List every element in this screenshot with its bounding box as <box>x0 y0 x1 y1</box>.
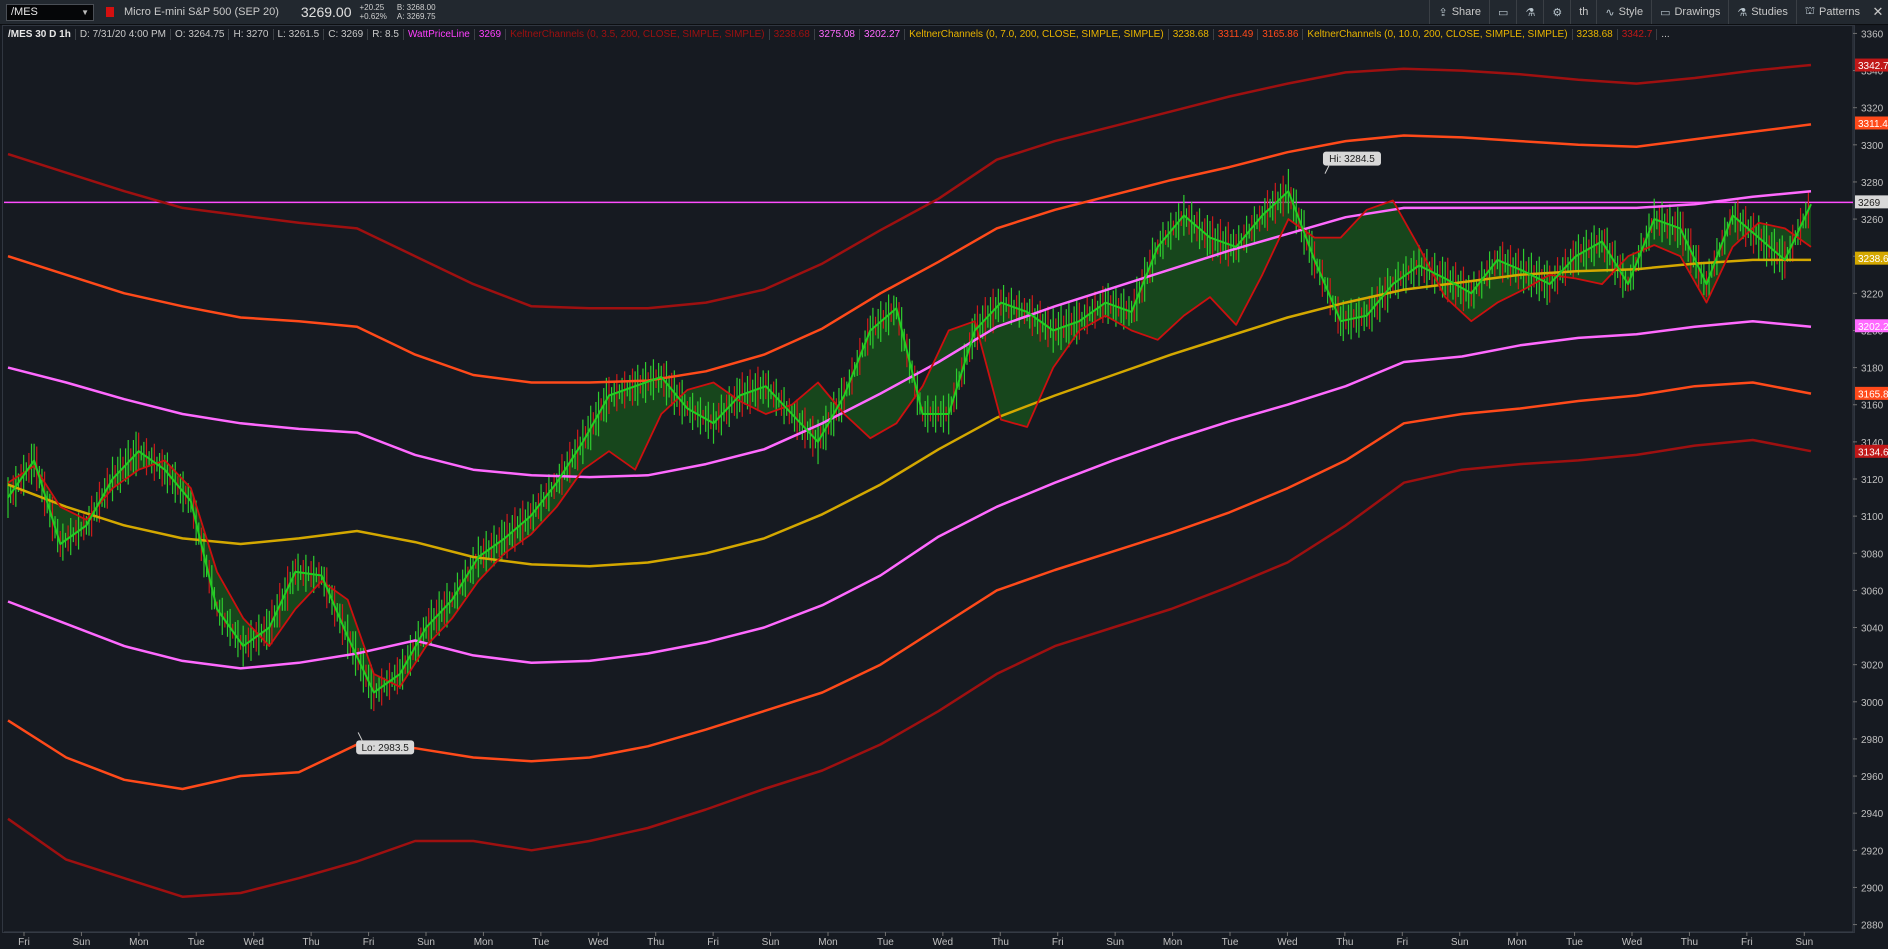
info-low: L: 3261.5 <box>274 28 325 40</box>
price-chart[interactable]: 2880 2900 2920 2940 2960 2980 3000 3020 3040 3060… <box>0 0 1888 949</box>
study-label: 3269 <box>475 28 507 40</box>
y-tick-label: 3160 <box>1861 401 1884 412</box>
price-badge-label: 3311.49 <box>1858 119 1888 130</box>
x-tick-label: Fri <box>1741 937 1753 948</box>
annotation-leader <box>1324 165 1330 174</box>
study-label: KeltnerChannels (0, 7.0, 200, CLOSE, SIM… <box>905 28 1169 40</box>
study-label: 3311.49 <box>1214 28 1259 40</box>
x-tick-label: Wed <box>1277 937 1297 948</box>
y-tick-label: 3320 <box>1861 104 1884 115</box>
y-tick-label: 2900 <box>1861 883 1884 894</box>
study-label: 3202.27 <box>860 28 906 40</box>
x-tick-label: Sun <box>762 937 780 948</box>
y-tick-label: 3100 <box>1861 512 1884 523</box>
y-tick-label: 3040 <box>1861 624 1884 635</box>
x-tick-label: Wed <box>1622 937 1642 948</box>
study-label: KeltnerChannels (0, 10.0, 200, CLOSE, SI… <box>1303 28 1573 40</box>
info-open: O: 3264.75 <box>171 28 230 40</box>
x-tick-label: Thu <box>992 937 1009 948</box>
y-tick-label: 2980 <box>1861 735 1884 746</box>
x-tick-label: Mon <box>474 937 493 948</box>
price-badge-label: 3202.27 <box>1858 322 1888 333</box>
y-tick-label: 3060 <box>1861 586 1884 597</box>
y-tick-label: 2960 <box>1861 772 1884 783</box>
y-tick-label: 3180 <box>1861 364 1884 375</box>
info-high: H: 3270 <box>229 28 274 40</box>
y-tick-label: 3120 <box>1861 475 1884 486</box>
ma-ribbon-fill <box>8 191 1811 693</box>
x-tick-label: Mon <box>1163 937 1182 948</box>
x-tick-label: Sun <box>417 937 435 948</box>
low-annotation: Lo: 2983.5 <box>362 743 410 754</box>
y-tick-label: 3260 <box>1861 215 1884 226</box>
study-labels: WattPriceLine 3269 KeltnerChannels (0, 3.5… <box>404 28 1674 40</box>
info-close: C: 3269 <box>324 28 369 40</box>
price-badge-label: 3165.86 <box>1858 389 1888 400</box>
series-line-kc-middle <box>7 258 1811 568</box>
series-line-kc10-upper <box>7 63 1812 310</box>
y-tick-label: 3360 <box>1861 29 1884 40</box>
x-tick-label: Tue <box>877 937 894 948</box>
study-label: 3165.86 <box>1258 28 1304 40</box>
study-label: ... <box>1661 28 1670 40</box>
series-line-kc10-lower <box>7 438 1812 898</box>
price-badge-label: 3134.65 <box>1858 447 1888 458</box>
x-tick-label: Fri <box>18 937 30 948</box>
x-tick-label: Sun <box>1451 937 1469 948</box>
annotation-leader <box>357 732 363 741</box>
price-badge-label: 3238.68 <box>1858 254 1888 265</box>
x-tick-label: Thu <box>303 937 320 948</box>
x-tick-label: Thu <box>1681 937 1698 948</box>
study-label: 3238.68 <box>1169 28 1214 40</box>
x-tick-label: Wed <box>933 937 953 948</box>
y-tick-label: 3220 <box>1861 289 1884 300</box>
x-tick-label: Tue <box>532 937 549 948</box>
y-tick-label: 3280 <box>1861 178 1884 189</box>
x-tick-label: Fri <box>1052 937 1064 948</box>
x-tick-label: Thu <box>1336 937 1353 948</box>
series-line-kc3-5-upper <box>7 189 1812 479</box>
x-tick-label: Wed <box>588 937 608 948</box>
x-tick-label: Sun <box>73 937 91 948</box>
x-tick-label: Fri <box>707 937 719 948</box>
price-badge-label: 3342.7 <box>1858 61 1888 72</box>
y-tick-label: 3080 <box>1861 549 1884 560</box>
y-tick-label: 2940 <box>1861 809 1884 820</box>
x-tick-label: Wed <box>244 937 264 948</box>
study-info-bar: /MES 30 D 1h D: 7/31/20 4:00 PM O: 3264.… <box>4 26 1674 42</box>
info-symbol-period: /MES 30 D 1h <box>4 28 76 40</box>
study-label: 3238.68 <box>770 28 815 40</box>
price-badge-label: 3269 <box>1858 198 1881 209</box>
x-tick-label: Tue <box>1222 937 1239 948</box>
x-tick-label: Fri <box>1396 937 1408 948</box>
x-tick-label: Sun <box>1795 937 1813 948</box>
y-tick-label: 3000 <box>1861 698 1884 709</box>
info-date: D: 7/31/20 4:00 PM <box>76 28 171 40</box>
y-tick-label: 3020 <box>1861 661 1884 672</box>
x-tick-label: Tue <box>1566 937 1583 948</box>
study-label: 3275.08 <box>815 28 860 40</box>
y-tick-label: 3300 <box>1861 141 1884 152</box>
x-tick-label: Fri <box>363 937 375 948</box>
x-tick-label: Mon <box>818 937 837 948</box>
study-label: WattPriceLine <box>404 28 475 40</box>
x-tick-label: Mon <box>1507 937 1526 948</box>
high-annotation: Hi: 3284.5 <box>1329 154 1375 165</box>
y-tick-label: 2920 <box>1861 846 1884 857</box>
study-label: 3238.68 <box>1573 28 1618 40</box>
x-tick-label: Sun <box>1106 937 1124 948</box>
study-label: 3342.7 <box>1618 28 1658 40</box>
x-tick-label: Thu <box>647 937 664 948</box>
x-tick-label: Mon <box>129 937 148 948</box>
study-label: KeltnerChannels (0, 3.5, 200, CLOSE, SIM… <box>506 28 770 40</box>
y-tick-label: 2880 <box>1861 921 1884 932</box>
x-tick-label: Tue <box>188 937 205 948</box>
info-range: R: 8.5 <box>368 28 404 40</box>
